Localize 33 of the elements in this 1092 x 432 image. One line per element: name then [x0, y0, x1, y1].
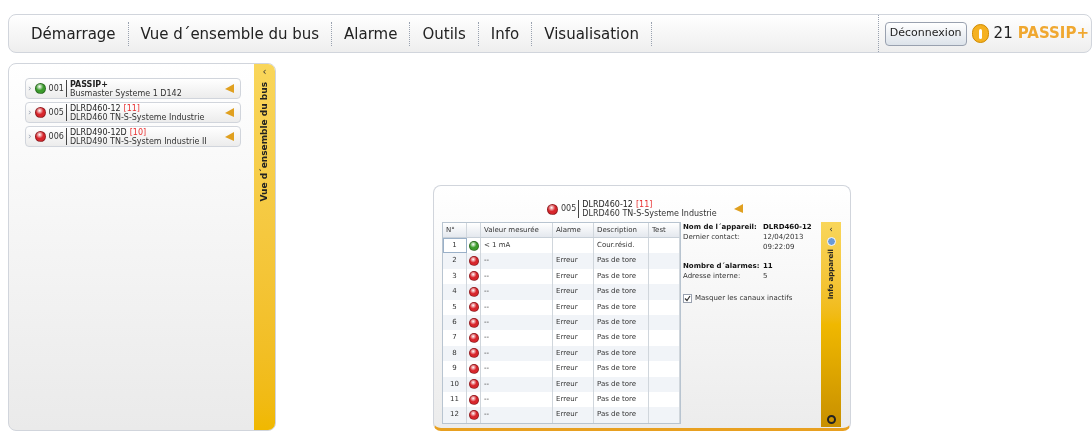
- brand-logo: PASSIP+: [1017, 23, 1089, 45]
- menu-item[interactable]: Visualisation: [532, 21, 652, 46]
- device-type: DLRD460 TN-S-Systeme Industrie: [69, 112, 206, 122]
- device-type: Busmaster Systeme 1 D142: [69, 88, 183, 98]
- menu-item[interactable]: Vue d´ensemble du bus: [128, 21, 333, 46]
- device-name: DLRD460-12: [582, 200, 633, 209]
- menu-item[interactable]: Outils: [410, 21, 479, 46]
- device-card[interactable]: › 005 DLRD460-12 [11] DLRD460 TN-S-Systeme Industrie: [25, 102, 241, 123]
- menu-item[interactable]: Info: [478, 21, 533, 46]
- device-type: DLRD460 TN-S-Systeme Industrie: [582, 209, 717, 218]
- menu-item[interactable]: Alarme: [332, 21, 411, 46]
- info-icon: [826, 237, 836, 246]
- alarm-count: [10]: [129, 127, 147, 137]
- alarm-count: 21: [993, 23, 1013, 45]
- device-name: DLRD490-12D: [69, 127, 127, 137]
- checkbox[interactable]: [683, 293, 692, 303]
- device-address: 001: [48, 80, 67, 97]
- device-name: PASSIP+: [69, 79, 108, 89]
- alarm-count: [11]: [635, 200, 653, 209]
- warning-icon[interactable]: [971, 24, 989, 43]
- alarm-count: [11]: [123, 103, 140, 113]
- device-type: DLRD490 TN-S-System Industrie II: [69, 136, 208, 146]
- device-address: 006: [48, 128, 67, 145]
- tab-label: Vue d´ensemble du bus: [257, 82, 270, 202]
- device-address: 005: [561, 200, 580, 218]
- collapse-arrow[interactable]: ‹: [829, 224, 833, 235]
- logout-button[interactable]: Déconnexion: [884, 21, 967, 46]
- menu-item[interactable]: Démarrage: [19, 21, 129, 46]
- device-card[interactable]: › 006 DLRD490-12D [10] DLRD490 TN-S-System Industrie II: [25, 126, 241, 147]
- side-tab[interactable]: ‹ Vue d´ensemble du bus: [254, 64, 275, 430]
- device-name: DLRD460-12: [69, 103, 121, 113]
- device-address: 005: [48, 104, 67, 121]
- collapse-arrow[interactable]: ‹: [262, 66, 267, 78]
